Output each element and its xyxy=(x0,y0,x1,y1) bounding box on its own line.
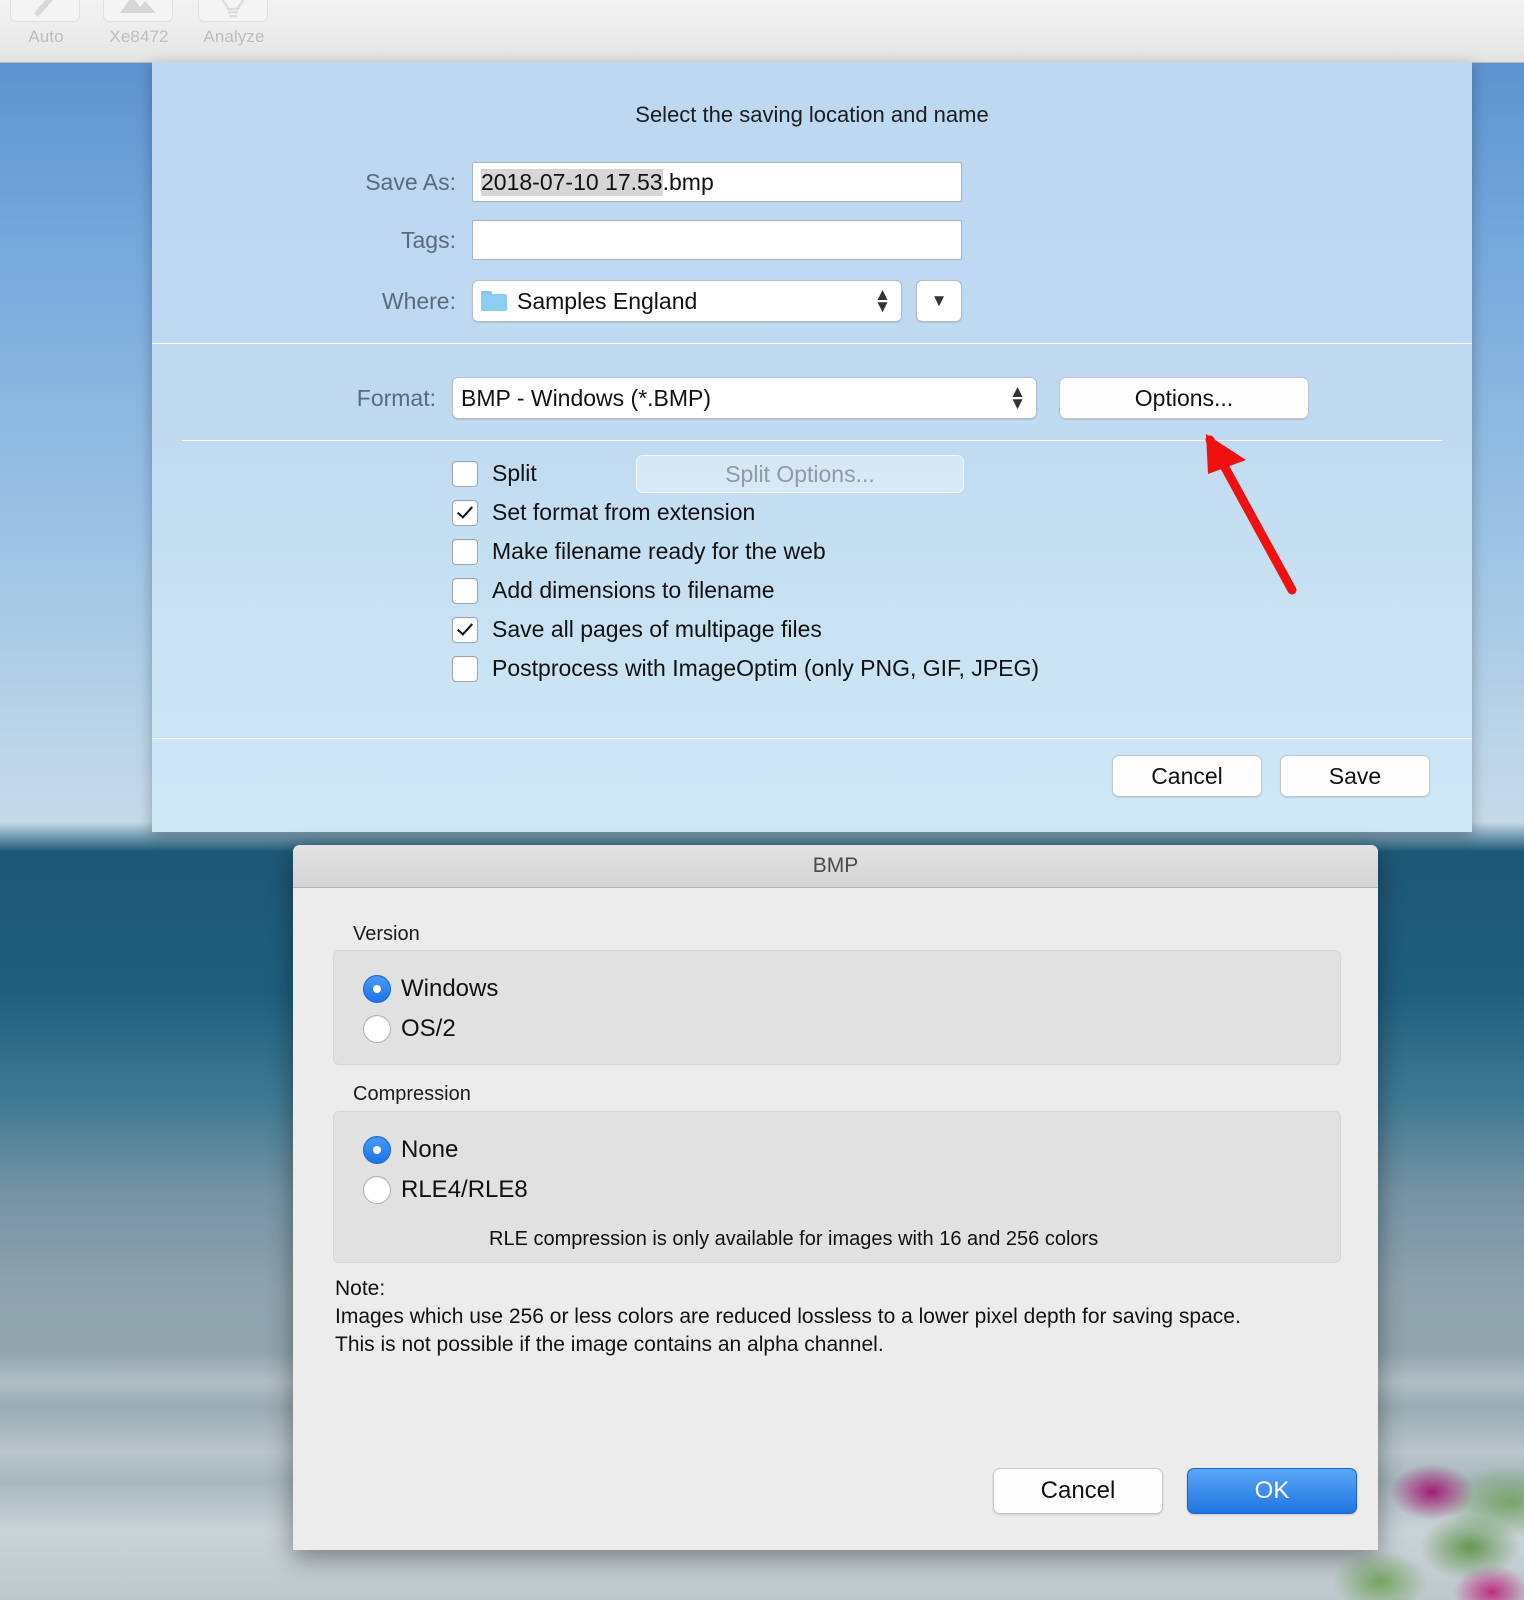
tags-row: Tags: xyxy=(152,220,1472,260)
radio-row-rle[interactable]: RLE4/RLE8 xyxy=(363,1176,528,1204)
note-heading: Note: xyxy=(335,1277,386,1300)
chevron-down-icon: ▼ xyxy=(930,291,948,310)
compression-hint: RLE compression is only available for im… xyxy=(489,1228,1099,1250)
toolbar-item-label: Auto xyxy=(28,27,64,46)
bmp-ok-button[interactable]: OK xyxy=(1187,1468,1357,1514)
radio-row-os2[interactable]: OS/2 xyxy=(363,1015,456,1043)
where-label: Where: xyxy=(381,287,456,314)
checkbox-label: Make filename ready for the web xyxy=(492,538,826,564)
checkbox-row-make-filename-web-ready[interactable]: Make filename ready for the web xyxy=(452,538,826,565)
format-popup-button[interactable]: BMP - Windows (*.BMP) ▲ ▼ xyxy=(452,377,1037,419)
save-as-extension-text: .bmp xyxy=(662,168,714,195)
checkbox-label: Save all pages of multipage files xyxy=(492,616,822,642)
format-row: Format: BMP - Windows (*.BMP) ▲ ▼ Options… xyxy=(152,377,1472,419)
checkbox-label: Add dimensions to filename xyxy=(492,577,775,603)
sheet-divider-bottom xyxy=(152,737,1472,739)
bmp-options-dialog: BMP Version Windows OS/2 Compression Non… xyxy=(293,845,1378,1550)
toolbar-item-label: Xe8472 xyxy=(109,27,169,46)
checkbox-label: Set format from extension xyxy=(492,499,756,525)
where-row: Where: Samples England ▲ ▼ ▼ xyxy=(152,280,1472,322)
sheet-title: Select the saving location and name xyxy=(635,102,989,127)
version-windows-radio[interactable] xyxy=(363,975,391,1003)
wand-icon xyxy=(10,0,80,22)
note-line-1: Images which use 256 or less colors are … xyxy=(335,1305,1241,1328)
version-group-box xyxy=(333,950,1341,1065)
save-all-pages-checkbox[interactable] xyxy=(452,616,478,643)
toolbar-item-auto[interactable]: Auto xyxy=(10,0,82,47)
checkbox-row-split[interactable]: Split xyxy=(452,460,537,487)
save-as-input[interactable]: 2018-07-10 17.53 .bmp xyxy=(472,162,962,202)
expand-browser-chevron-button[interactable]: ▼ xyxy=(916,280,962,322)
split-checkbox[interactable] xyxy=(452,460,478,487)
format-value: BMP - Windows (*.BMP) xyxy=(461,384,712,411)
radio-row-windows[interactable]: Windows xyxy=(363,975,498,1003)
add-dimensions-checkbox[interactable] xyxy=(452,577,478,604)
note-line-2: This is not possible if the image contai… xyxy=(335,1333,884,1356)
sheet-divider-top xyxy=(152,342,1472,344)
options-button[interactable]: Options... xyxy=(1059,377,1309,419)
radio-label: None xyxy=(401,1136,459,1163)
checkbox-row-set-format-from-extension[interactable]: Set format from extension xyxy=(452,499,755,526)
format-label: Format: xyxy=(356,384,436,411)
save-as-row: Save As: 2018-07-10 17.53 .bmp xyxy=(152,162,1472,202)
radio-label: OS/2 xyxy=(401,1015,456,1042)
sheet-cancel-button[interactable]: Cancel xyxy=(1112,755,1262,797)
where-value: Samples England xyxy=(517,287,698,314)
folder-icon xyxy=(481,291,507,311)
sheet-save-button[interactable]: Save xyxy=(1280,755,1430,797)
toolbar-item-xe8472[interactable]: Xe8472 xyxy=(103,0,175,47)
bmp-dialog-title: BMP xyxy=(812,854,859,877)
radio-row-none[interactable]: None xyxy=(363,1136,458,1164)
save-as-label: Save As: xyxy=(365,168,456,195)
checkbox-row-save-all-pages[interactable]: Save all pages of multipage files xyxy=(452,616,822,643)
compression-rle-radio[interactable] xyxy=(363,1176,391,1204)
radio-label: Windows xyxy=(401,975,499,1002)
make-filename-web-ready-checkbox[interactable] xyxy=(452,538,478,565)
sheet-divider-mid xyxy=(182,439,1442,441)
checkbox-label: Postprocess with ImageOptim (only PNG, G… xyxy=(492,655,1040,681)
screen: Auto Xe8472 Analyze Select the saving lo xyxy=(0,0,1524,1600)
radio-label: RLE4/RLE8 xyxy=(401,1176,528,1203)
version-group-label: Version xyxy=(353,923,420,945)
set-format-from-extension-checkbox[interactable] xyxy=(452,499,478,526)
checkbox-label: Split xyxy=(492,460,537,486)
compression-group-label: Compression xyxy=(353,1083,471,1105)
split-options-button: Split Options... xyxy=(636,455,964,493)
save-dialog-sheet: Select the saving location and name Save… xyxy=(152,62,1472,832)
bmp-cancel-button[interactable]: Cancel xyxy=(993,1468,1163,1514)
compression-none-radio[interactable] xyxy=(363,1136,391,1164)
postprocess-imageoptim-checkbox[interactable] xyxy=(452,655,478,682)
tags-input[interactable] xyxy=(472,220,962,260)
where-popup-button[interactable]: Samples England ▲ ▼ xyxy=(472,280,902,322)
version-os2-radio[interactable] xyxy=(363,1015,391,1043)
up-down-stepper-icon: ▲ ▼ xyxy=(1009,381,1026,413)
up-down-stepper-icon: ▲ ▼ xyxy=(874,284,891,316)
bmp-dialog-titlebar: BMP xyxy=(293,845,1378,888)
toolbar-item-analyze[interactable]: Analyze xyxy=(198,0,270,47)
tags-label: Tags: xyxy=(401,226,456,253)
save-as-selected-text: 2018-07-10 17.53 xyxy=(481,168,663,196)
image-icon xyxy=(103,0,173,22)
toolbar-item-label: Analyze xyxy=(203,27,265,46)
app-toolbar: Auto Xe8472 Analyze xyxy=(0,0,1524,63)
checkbox-row-add-dimensions[interactable]: Add dimensions to filename xyxy=(452,577,775,604)
lightbulb-icon xyxy=(198,0,268,22)
checkbox-row-postprocess-imageoptim[interactable]: Postprocess with ImageOptim (only PNG, G… xyxy=(452,655,1039,682)
